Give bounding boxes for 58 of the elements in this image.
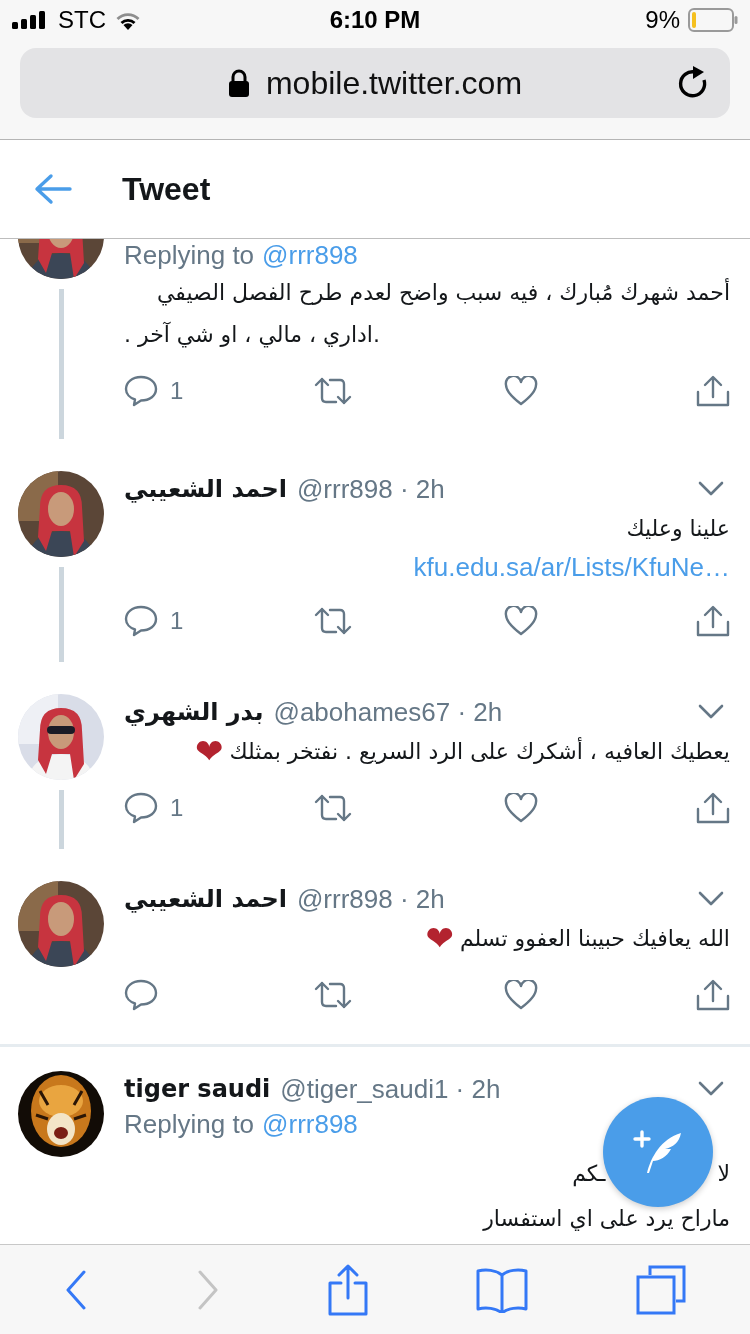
reply-count: 1: [170, 607, 184, 635]
author-name[interactable]: بدر الشهري: [124, 698, 264, 726]
back-arrow-icon[interactable]: [34, 173, 72, 205]
tweet-text: أحمد شهرك مُبارك ، فيه سبب واضح لعدم طرح الفصل الصيفي: [157, 279, 730, 305]
tweet-text: الله يعافيك حبيبنا العفوو تسلم: [459, 925, 730, 951]
share-icon: [328, 1263, 368, 1316]
chevron-down-icon[interactable]: [698, 704, 724, 720]
handle-and-time: @tiger_saudi1 · 2h: [280, 1073, 502, 1105]
tweet-text: ـكم: [572, 1160, 606, 1186]
tweet-text: يعطيك العافيه ، أشكرك على الرد السريع . نفتخر بمثلك: [229, 738, 730, 764]
retweet-icon[interactable]: [314, 376, 352, 406]
chevron-down-icon[interactable]: [698, 481, 724, 497]
reply-icon[interactable]: [124, 605, 158, 637]
heart-emoji: ❤: [425, 921, 454, 955]
url-text: mobile.twitter.com: [265, 64, 523, 102]
heart-outline-icon[interactable]: [504, 606, 538, 636]
heart-emoji: ❤: [195, 734, 224, 768]
replying-label: Replying to: [124, 239, 255, 271]
handle-and-time: @abohames67 · 2h: [273, 696, 504, 728]
reply-icon[interactable]: [124, 979, 158, 1011]
chevron-right-icon: [196, 1269, 220, 1310]
page-title: Tweet: [122, 170, 211, 208]
tweet-text: علينا وعليك: [626, 515, 730, 541]
battery-icon: [688, 8, 738, 32]
reply-icon[interactable]: [124, 792, 158, 824]
author-name[interactable]: tiger saudi: [124, 1075, 271, 1103]
carrier-name: STC: [58, 6, 106, 34]
handle-and-time: @rrr898 · 2h: [296, 883, 446, 915]
book-icon: [476, 1266, 528, 1313]
chevron-left-icon: [64, 1269, 88, 1310]
replying-label: Replying to: [124, 1108, 255, 1140]
battery-percent: 9%: [645, 6, 680, 34]
tweet-text: لا: [717, 1160, 730, 1186]
heart-outline-icon[interactable]: [504, 980, 538, 1010]
share-icon[interactable]: [696, 792, 730, 824]
handle-and-time: @rrr898 · 2h: [296, 473, 446, 505]
chevron-down-icon[interactable]: [698, 891, 724, 907]
reply-count: 1: [170, 794, 184, 822]
author-name[interactable]: احمد الشعيبي: [124, 475, 287, 503]
tabs-icon: [636, 1264, 686, 1315]
tweet-text: ماراح يرد على اي استفسار: [483, 1205, 730, 1231]
heart-outline-icon[interactable]: [504, 376, 538, 406]
share-icon[interactable]: [696, 979, 730, 1011]
reply-icon[interactable]: [124, 375, 158, 407]
retweet-icon[interactable]: [314, 606, 352, 636]
tweet-text: . اداري ، مالي ، او شي آخر.: [124, 321, 380, 347]
retweet-icon[interactable]: [314, 793, 352, 823]
reply-count: 1: [170, 377, 184, 405]
address-bar[interactable]: mobile.twitter.com: [20, 48, 730, 118]
clock-time: 6:10 PM: [329, 6, 421, 34]
wifi-icon: [114, 10, 142, 30]
lock-icon: [227, 69, 250, 97]
share-icon[interactable]: [696, 605, 730, 637]
author-name[interactable]: احمد الشعيبي: [124, 885, 287, 913]
heart-outline-icon[interactable]: [504, 793, 538, 823]
share-icon[interactable]: [696, 375, 730, 407]
chevron-down-icon[interactable]: [698, 1081, 724, 1097]
retweet-icon[interactable]: [314, 980, 352, 1010]
